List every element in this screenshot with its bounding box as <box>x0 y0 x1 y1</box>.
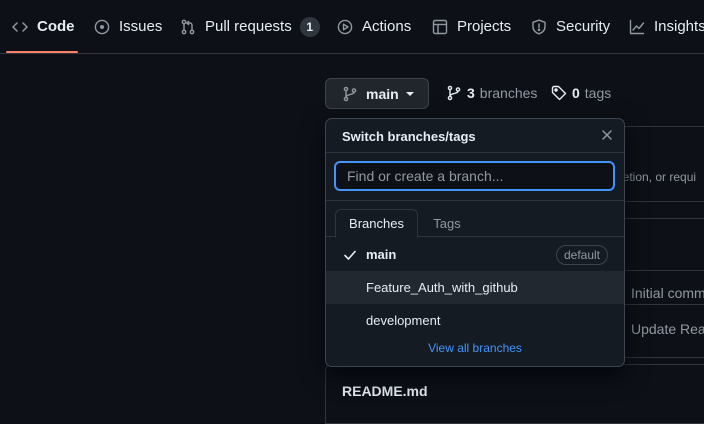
tab-security[interactable]: Security <box>531 0 610 53</box>
close-icon[interactable] <box>600 128 614 142</box>
tab-label: Pull requests <box>205 18 292 35</box>
branch-name: main <box>366 247 397 262</box>
branch-item-main[interactable]: main default <box>326 238 624 271</box>
tab-label: Actions <box>362 18 412 35</box>
tab-label: Code <box>37 18 75 35</box>
default-badge: default <box>555 244 608 265</box>
git-pull-request-icon <box>181 19 195 34</box>
check-icon <box>344 250 356 260</box>
dropdown-title: Switch branches/tags <box>342 129 476 144</box>
branches-count: 3 <box>467 85 475 101</box>
dropdown-header: Switch branches/tags <box>326 119 624 153</box>
issue-opened-icon <box>94 19 110 34</box>
tag-icon <box>551 85 567 101</box>
current-branch-name: main <box>366 85 399 102</box>
code-icon <box>12 21 28 32</box>
branch-name: Feature_Auth_with_github <box>366 280 518 295</box>
tab-pull-requests[interactable]: Pull requests 1 <box>180 0 320 53</box>
tab-projects[interactable]: Projects <box>432 0 511 53</box>
branch-search-input[interactable] <box>334 161 615 191</box>
branch-select-button[interactable]: main <box>325 78 429 109</box>
branch-item-feature-auth[interactable]: Feature_Auth_with_github <box>326 271 624 304</box>
table-icon <box>432 19 448 34</box>
tab-label: Security <box>556 18 611 35</box>
active-tab-indicator <box>6 51 78 53</box>
view-all-branches-link[interactable]: View all branches <box>326 341 624 355</box>
tab-label: Insights <box>654 18 704 35</box>
play-icon <box>337 19 353 34</box>
commit-message[interactable]: Initial comm <box>631 285 704 301</box>
branch-switcher-dropdown: Switch branches/tags Branches Tags main … <box>325 118 625 367</box>
commit-message[interactable]: Update Rea <box>631 321 704 337</box>
tab-branches[interactable]: Branches <box>335 209 418 238</box>
tab-actions[interactable]: Actions <box>337 0 411 53</box>
branches-label: branches <box>479 85 538 101</box>
tab-label: Projects <box>457 18 512 35</box>
readme-title[interactable]: README.md <box>342 383 428 399</box>
graph-icon <box>629 19 645 34</box>
banner-text: letion, or requi <box>620 170 697 184</box>
pull-requests-count-badge: 1 <box>299 16 320 37</box>
tab-label: Issues <box>119 18 163 35</box>
tab-code[interactable]: Code <box>12 0 75 53</box>
git-branch-icon <box>447 85 461 101</box>
shield-icon <box>532 19 546 34</box>
branches-link[interactable]: 3 branches <box>446 85 537 101</box>
branch-item-development[interactable]: development <box>326 304 624 337</box>
repo-nav: Code Issues Pull requests 1 Actions Proj… <box>0 0 704 54</box>
branch-name: development <box>366 313 441 328</box>
tab-insights[interactable]: Insights <box>629 0 704 53</box>
tags-link[interactable]: 0 tags <box>551 85 611 101</box>
git-branch-icon <box>343 86 357 101</box>
tab-issues[interactable]: Issues <box>94 0 162 53</box>
tags-label: tags <box>584 85 612 101</box>
search-wrapper <box>326 153 624 201</box>
dropdown-tabs: Branches Tags <box>326 201 624 238</box>
chevron-down-icon <box>405 91 414 96</box>
tab-tags[interactable]: Tags <box>426 209 468 237</box>
tags-count: 0 <box>572 85 580 101</box>
